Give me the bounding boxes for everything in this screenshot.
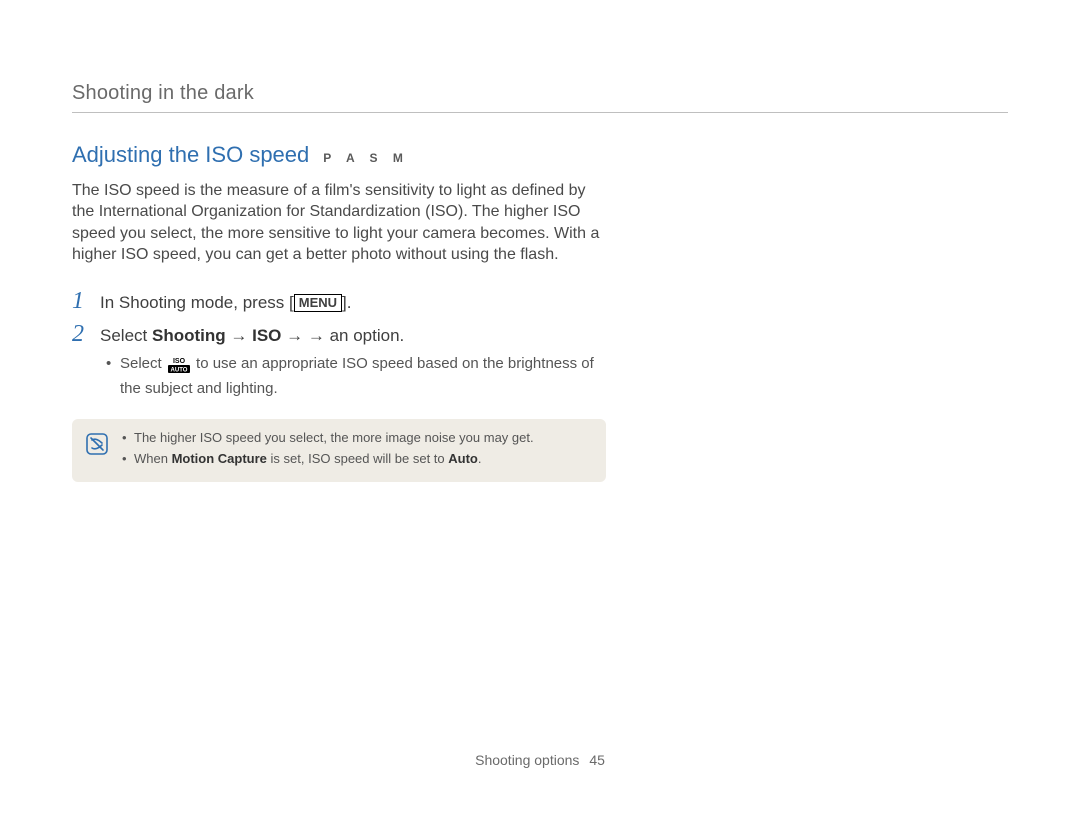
svg-text:ISO: ISO	[173, 358, 186, 365]
steps-list: 1 In Shooting mode, press [MENU]. 2 Sele…	[72, 288, 612, 399]
note2-a: When	[134, 451, 172, 466]
sub-bullet: Select AUTO ISO to use an appropriate IS…	[106, 354, 612, 400]
subbullet-a: Select	[120, 355, 166, 372]
step1-suffix: ].	[342, 293, 351, 312]
horizontal-rule	[72, 112, 1008, 113]
step2-bold-iso: ISO	[252, 326, 281, 345]
section-title-row: Adjusting the ISO speed P A S M	[72, 141, 612, 170]
step2-arrow2: →	[281, 326, 307, 345]
page-footer: Shooting options 45	[0, 751, 1080, 769]
note-item: When Motion Capture is set, ISO speed wi…	[122, 450, 534, 468]
mode-indicator: P A S M	[323, 151, 409, 167]
step-text: Select Shooting → ISO → → an option.	[100, 321, 404, 348]
note-list: The higher ISO speed you select, the mor…	[122, 429, 534, 469]
note-icon	[86, 433, 108, 462]
step-1: 1 In Shooting mode, press [MENU].	[72, 288, 612, 315]
note2-b1: Motion Capture	[172, 451, 267, 466]
iso-auto-icon: AUTO ISO	[168, 355, 190, 379]
note2-b2: Auto	[448, 451, 478, 466]
sub-bullet-list: Select AUTO ISO to use an appropriate IS…	[106, 354, 612, 400]
step1-prefix: In Shooting mode, press [	[100, 293, 294, 312]
note2-end: .	[478, 451, 482, 466]
content-column: Adjusting the ISO speed P A S M The ISO …	[72, 141, 612, 482]
footer-page-number: 45	[589, 752, 605, 768]
step-number: 1	[72, 288, 90, 314]
manual-page: Shooting in the dark Adjusting the ISO s…	[0, 0, 1080, 815]
note-item: The higher ISO speed you select, the mor…	[122, 429, 534, 447]
subbullet-b: to use an appropriate ISO speed based on…	[120, 355, 594, 397]
step2-bold-shooting: Shooting	[152, 326, 226, 345]
svg-text:AUTO: AUTO	[170, 367, 187, 373]
chapter-title: Shooting in the dark	[72, 80, 1008, 110]
footer-section: Shooting options	[475, 752, 579, 768]
note-box: The higher ISO speed you select, the mor…	[72, 419, 606, 481]
step2-c: → an option.	[308, 326, 404, 345]
step-2: 2 Select Shooting → ISO → → an option.	[72, 321, 612, 348]
note2-mid: is set, ISO speed will be set to	[267, 451, 448, 466]
step2-arrow1: →	[226, 326, 252, 345]
step-text: In Shooting mode, press [MENU].	[100, 288, 351, 315]
section-body: The ISO speed is the measure of a film's…	[72, 180, 612, 266]
step2-a: Select	[100, 326, 152, 345]
section-title: Adjusting the ISO speed	[72, 141, 309, 170]
menu-button-label: MENU	[294, 294, 342, 312]
step-number: 2	[72, 321, 90, 347]
